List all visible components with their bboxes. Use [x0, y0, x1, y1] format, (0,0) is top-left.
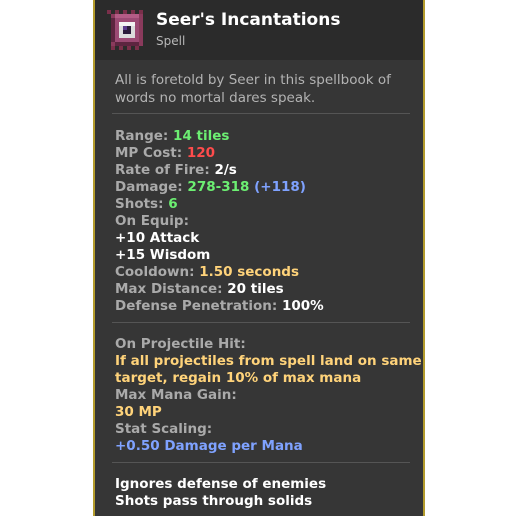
stat-defense-penetration: Defense Penetration: 100%	[115, 298, 415, 315]
on-hit-text: If all projectiles from spell land on sa…	[115, 353, 422, 369]
equip-bonus-wisdom: +15 Wisdom	[115, 247, 211, 263]
stat-label: Rate of Fire:	[115, 162, 210, 178]
stat-scaling-value: +0.50 Damage per Mana	[115, 438, 303, 454]
stat-value: 278-318	[187, 179, 250, 195]
divider	[112, 322, 410, 323]
divider	[112, 462, 410, 463]
stat-cooldown: Cooldown: 1.50 seconds	[115, 264, 415, 281]
stat-rate-of-fire: Rate of Fire: 2/s	[115, 162, 415, 179]
stat-label: Damage:	[115, 179, 183, 195]
stat-value: 20 tiles	[227, 281, 284, 297]
stat-value: 14 tiles	[173, 128, 230, 144]
item-name: Seer's Incantations	[156, 10, 341, 30]
stat-label: Shots:	[115, 196, 164, 212]
stat-value: 1.50 seconds	[199, 264, 300, 280]
stat-label: On Equip:	[115, 213, 189, 229]
stat-value: 120	[186, 145, 215, 161]
stat-damage: Damage: 278-318 (+118)	[115, 179, 415, 196]
stat-on-equip: On Equip:	[115, 213, 415, 230]
properties-section: Ignores defense of enemies Shots pass th…	[115, 476, 415, 510]
item-type: Spell	[156, 34, 186, 48]
stat-range: Range: 14 tiles	[115, 128, 415, 145]
tooltip-header: Seer's Incantations Spell	[95, 0, 423, 60]
stat-value: 6	[168, 196, 178, 212]
max-mana-gain-label: Max Mana Gain:	[115, 387, 237, 403]
stat-value: 2/s	[214, 162, 237, 178]
projectile-section: On Projectile Hit: If all projectiles fr…	[115, 336, 422, 455]
item-tooltip: Seer's Incantations Spell All is foretol…	[93, 0, 425, 516]
divider	[112, 113, 410, 114]
stat-label: Max Distance:	[115, 281, 223, 297]
property-item: Ignores defense of enemies	[115, 476, 327, 492]
stat-max-distance: Max Distance: 20 tiles	[115, 281, 415, 298]
stat-shots: Shots: 6	[115, 196, 415, 213]
stats-section: Range: 14 tiles MP Cost: 120 Rate of Fir…	[115, 128, 415, 315]
equip-bonus-attack: +10 Attack	[115, 230, 200, 246]
spellbook-icon	[107, 10, 143, 50]
item-description: All is foretold by Seer in this spellboo…	[115, 72, 391, 106]
on-hit-text: target, regain 10% of max mana	[115, 370, 362, 386]
stat-label: Range:	[115, 128, 169, 144]
stat-scaling-label: Stat Scaling:	[115, 421, 213, 437]
stat-label: MP Cost:	[115, 145, 183, 161]
stat-value: 100%	[282, 298, 324, 314]
stat-label: Cooldown:	[115, 264, 195, 280]
stat-bonus: (+118)	[254, 179, 306, 195]
max-mana-gain-value: 30 MP	[115, 404, 162, 420]
on-hit-label: On Projectile Hit:	[115, 336, 246, 352]
stat-label: Defense Penetration:	[115, 298, 278, 314]
property-item: Shots pass through solids	[115, 493, 313, 509]
stat-mp-cost: MP Cost: 120	[115, 145, 415, 162]
